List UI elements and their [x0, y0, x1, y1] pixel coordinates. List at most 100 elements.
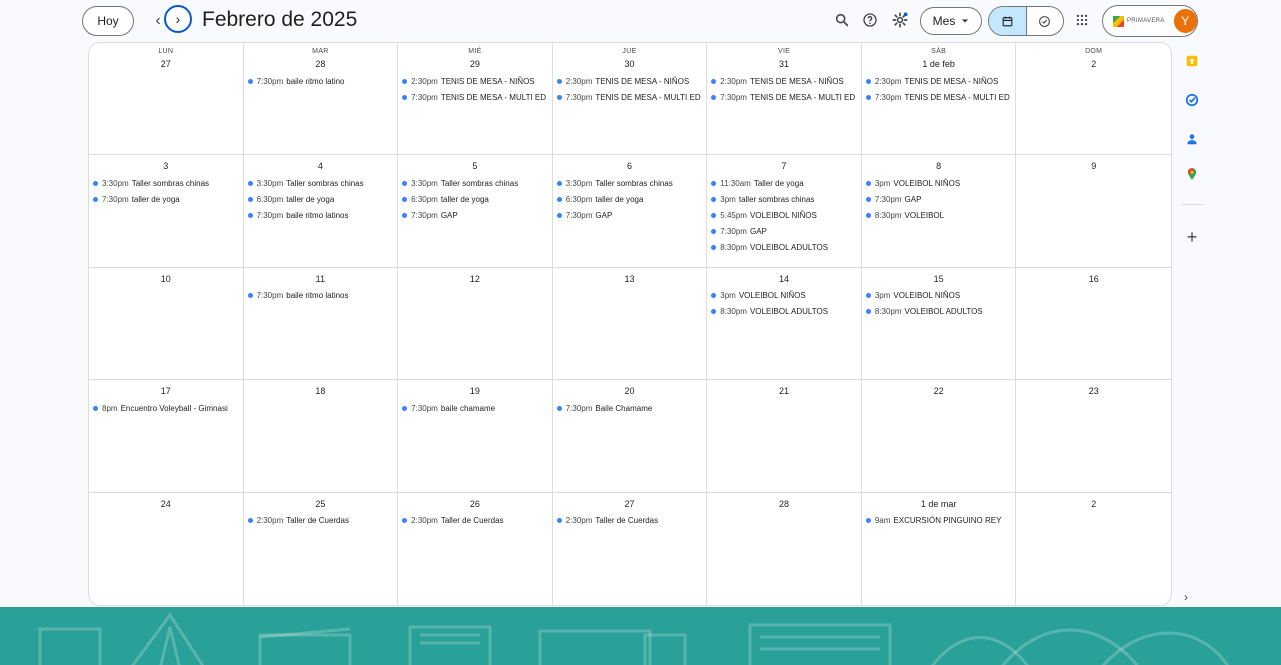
day-cell[interactable]: LUN 27 [89, 43, 244, 156]
day-number[interactable]: 21 [707, 384, 861, 398]
day-number[interactable]: 4 [244, 159, 398, 173]
today-button[interactable]: Hoy [82, 6, 134, 36]
day-number[interactable]: 31 [707, 57, 861, 71]
calendar-event[interactable]: 8:30pm VOLEIBOL ADULTOS [707, 239, 861, 255]
calendar-event[interactable]: 7:30pm baile ritmo latinos [244, 288, 398, 304]
day-cell[interactable]: 9 [1016, 155, 1171, 268]
tasks-view-toggle[interactable] [1027, 7, 1064, 35]
day-number[interactable]: 7 [707, 159, 861, 173]
calendar-event[interactable]: 7:30pm GAP [553, 207, 707, 223]
calendar-event[interactable]: 7:30pm baile chamame [398, 400, 552, 416]
calendar-event[interactable]: 3:30pm Taller sombras chinas [553, 175, 707, 191]
day-number[interactable]: 15 [862, 272, 1016, 286]
calendar-view-toggle[interactable] [989, 7, 1027, 35]
day-cell[interactable]: 22 [861, 380, 1017, 493]
calendar-event[interactable]: 7:30pm TENIS DE MESA - MULTI ED [553, 89, 707, 105]
calendar-event[interactable]: 3:30pm Taller sombras chinas [89, 175, 243, 191]
day-number[interactable]: 28 [707, 497, 861, 511]
view-selector[interactable]: Mes [920, 7, 982, 35]
day-cell[interactable]: SÁB 1 de feb 2:30pm TENIS DE MESA - NIÑOS 7:… [861, 43, 1017, 156]
day-cell[interactable]: 3 3:30pm Taller sombras chinas 7:30pm taller… [89, 155, 244, 268]
day-cell[interactable]: 12 [398, 267, 553, 381]
day-number[interactable]: 5 [398, 159, 552, 173]
calendar-event[interactable]: 5:45pm VOLEIBOL NIÑOS [707, 207, 861, 223]
day-cell[interactable]: DOM 2 [1016, 43, 1171, 156]
help-button[interactable] [858, 8, 882, 32]
day-number[interactable]: 22 [862, 384, 1016, 398]
calendar-event[interactable]: 8:30pm VOLEIBOL [862, 207, 1016, 223]
day-number[interactable]: 9 [1016, 159, 1171, 173]
day-number[interactable]: 16 [1016, 272, 1171, 286]
day-number[interactable]: 19 [398, 384, 552, 398]
calendar-event[interactable]: 7:30pm GAP [707, 223, 861, 239]
day-cell[interactable]: 28 [707, 492, 862, 605]
day-cell[interactable]: 2 [1016, 493, 1171, 605]
day-number[interactable]: 26 [398, 497, 552, 511]
day-number[interactable]: 23 [1016, 384, 1171, 398]
day-cell[interactable]: 27 2:30pm Taller de Cuerdas [553, 492, 708, 605]
day-number[interactable]: 8 [862, 159, 1016, 173]
day-number[interactable]: 3 [89, 159, 243, 173]
day-cell[interactable]: 5 3:30pm Taller sombras chinas 6:30pm taller… [398, 155, 553, 268]
calendar-event[interactable]: 7:30pm GAP [398, 207, 552, 223]
maps-button[interactable] [1183, 165, 1201, 183]
day-cell[interactable]: 4 3:30pm Taller sombras chinas 6:30pm taller… [243, 155, 399, 268]
calendar-event[interactable]: 11:30am Taller de yoga [707, 175, 861, 191]
calendar-event[interactable]: 6:30pm taller de yoga [553, 191, 707, 207]
day-cell[interactable]: 10 [89, 267, 244, 381]
day-number[interactable]: 20 [553, 384, 707, 398]
account-switcher[interactable]: PRIMAVERA Y [1102, 5, 1198, 37]
day-cell[interactable]: MIÉ 29 2:30pm TENIS DE MESA - NIÑOS 7:30pm TE… [398, 43, 553, 156]
calendar-event[interactable]: 2:30pm TENIS DE MESA - NIÑOS [398, 73, 552, 89]
calendar-event[interactable]: 3:30pm Taller sombras chinas [398, 175, 552, 191]
search-button[interactable] [830, 8, 854, 32]
day-cell[interactable]: 15 3pm VOLEIBOL NIÑOS 8:30pm VOLEIBOL ADULTO… [861, 267, 1017, 381]
day-cell[interactable]: 24 [89, 492, 244, 605]
day-cell[interactable]: 19 7:30pm baile chamame [398, 380, 553, 493]
calendar-event[interactable]: 9am EXCURSIÓN PINGUINO REY [862, 513, 1016, 529]
day-cell[interactable]: 6 3:30pm Taller sombras chinas 6:30pm taller… [552, 155, 708, 268]
calendar-event[interactable]: 8pm Encuentro Voleyball - Gimnasi [89, 400, 243, 416]
day-cell[interactable]: JUE 30 2:30pm TENIS DE MESA - NIÑOS 7:30pm TE… [552, 43, 708, 156]
tasks-button[interactable] [1183, 91, 1201, 109]
contacts-button[interactable] [1183, 130, 1201, 148]
day-cell[interactable]: 13 [552, 267, 708, 381]
day-number[interactable]: 1 de mar [862, 497, 1016, 511]
calendar-event[interactable]: 7:30pm taller de yoga [89, 191, 243, 207]
calendar-event[interactable]: 7:30pm Baile Chamame [553, 400, 707, 416]
day-cell[interactable]: 18 [243, 380, 399, 493]
calendar-event[interactable]: 2:30pm TENIS DE MESA - NIÑOS [553, 73, 707, 89]
calendar-event[interactable]: 2:30pm TENIS DE MESA - NIÑOS [862, 73, 1016, 89]
calendar-event[interactable]: 7:30pm TENIS DE MESA - MULTI ED [707, 89, 861, 105]
day-number[interactable]: 10 [89, 272, 243, 286]
day-number[interactable]: 6 [553, 159, 707, 173]
day-cell[interactable]: 14 3pm VOLEIBOL NIÑOS 8:30pm VOLEIBOL ADULTO… [707, 267, 862, 381]
calendar-event[interactable]: 7:30pm TENIS DE MESA - MULTI ED [862, 89, 1016, 105]
get-addons-button[interactable]: + [1183, 227, 1201, 247]
calendar-event[interactable]: 2:30pm TENIS DE MESA - NIÑOS [707, 73, 861, 89]
day-cell[interactable]: MAR 28 7:30pm baile ritmo latino [243, 43, 399, 156]
calendar-event[interactable]: 3:30pm Taller sombras chinas [244, 175, 398, 191]
day-number[interactable]: 27 [553, 497, 707, 511]
day-cell[interactable]: 17 8pm Encuentro Voleyball - Gimnasi [89, 380, 244, 493]
day-cell[interactable]: 11 7:30pm baile ritmo latinos [243, 267, 399, 381]
calendar-event[interactable]: 6:30pm taller de yoga [398, 191, 552, 207]
day-number[interactable]: 2 [1016, 497, 1171, 511]
calendar-event[interactable]: 3pm VOLEIBOL NIÑOS [862, 288, 1016, 304]
day-number[interactable]: 27 [89, 57, 243, 71]
calendar-event[interactable]: 7:30pm GAP [862, 191, 1016, 207]
day-number[interactable]: 11 [244, 272, 398, 286]
day-cell[interactable]: 26 2:30pm Taller de Cuerdas [398, 492, 553, 605]
day-number[interactable]: 24 [89, 497, 243, 511]
day-number[interactable]: 14 [707, 272, 861, 286]
day-number[interactable]: 29 [398, 57, 552, 71]
day-cell[interactable]: 1 de mar 9am EXCURSIÓN PINGUINO REY [862, 492, 1017, 605]
day-cell[interactable]: 7 11:30am Taller de yoga 3pm taller sombras … [707, 155, 862, 268]
calendar-event[interactable]: 6:30pm taller de yoga [244, 191, 398, 207]
calendar-event[interactable]: 3pm taller sombras chinas [707, 191, 861, 207]
day-cell[interactable]: 8 3pm VOLEIBOL NIÑOS 7:30pm GAP 8:30pm VOLEIBO… [861, 155, 1017, 268]
day-cell[interactable]: 25 2:30pm Taller de Cuerdas [244, 492, 399, 605]
calendar-event[interactable]: 3pm VOLEIBOL NIÑOS [862, 175, 1016, 191]
calendar-event[interactable]: 2:30pm Taller de Cuerdas [244, 513, 398, 529]
calendar-event[interactable]: 7:30pm baile ritmo latinos [244, 207, 398, 223]
